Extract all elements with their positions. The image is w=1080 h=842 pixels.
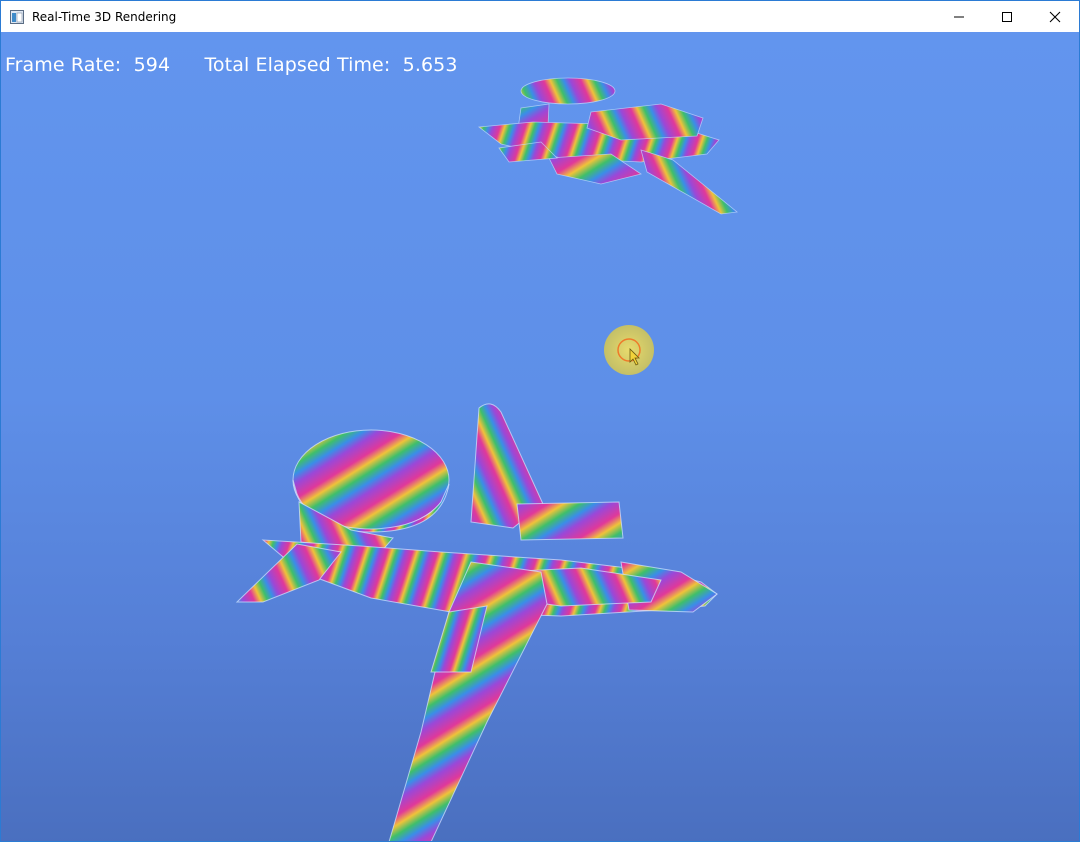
- elapsed-time-value: 5.653: [402, 54, 458, 76]
- elapsed-time-label: Total Elapsed Time:: [204, 54, 397, 76]
- window-title: Real-Time 3D Rendering: [32, 9, 177, 24]
- frame-rate-value: 594: [133, 54, 171, 76]
- maximize-button[interactable]: [983, 1, 1031, 32]
- window-controls: [935, 1, 1079, 32]
- title-bar[interactable]: Real-Time 3D Rendering: [1, 1, 1079, 32]
- aircraft-far: [477, 77, 738, 215]
- hud-stats: Frame Rate: 594 Total Elapsed Time: 5.65…: [5, 54, 458, 76]
- minimize-icon: [954, 16, 964, 17]
- app-window: Real-Time 3D Rendering Frame Rate: 594 T…: [0, 0, 1080, 842]
- close-button[interactable]: [1031, 1, 1079, 32]
- aircraft-near: [235, 403, 718, 841]
- app-window-icon: [10, 9, 24, 24]
- frame-rate-label: Frame Rate:: [5, 54, 128, 76]
- scene-canvas: [235, 77, 738, 841]
- minimize-button[interactable]: [935, 1, 983, 32]
- maximize-icon: [1002, 11, 1012, 22]
- cursor-highlight: [604, 325, 654, 375]
- close-icon: [1049, 11, 1061, 22]
- render-viewport[interactable]: Frame Rate: 594 Total Elapsed Time: 5.65…: [1, 32, 1079, 841]
